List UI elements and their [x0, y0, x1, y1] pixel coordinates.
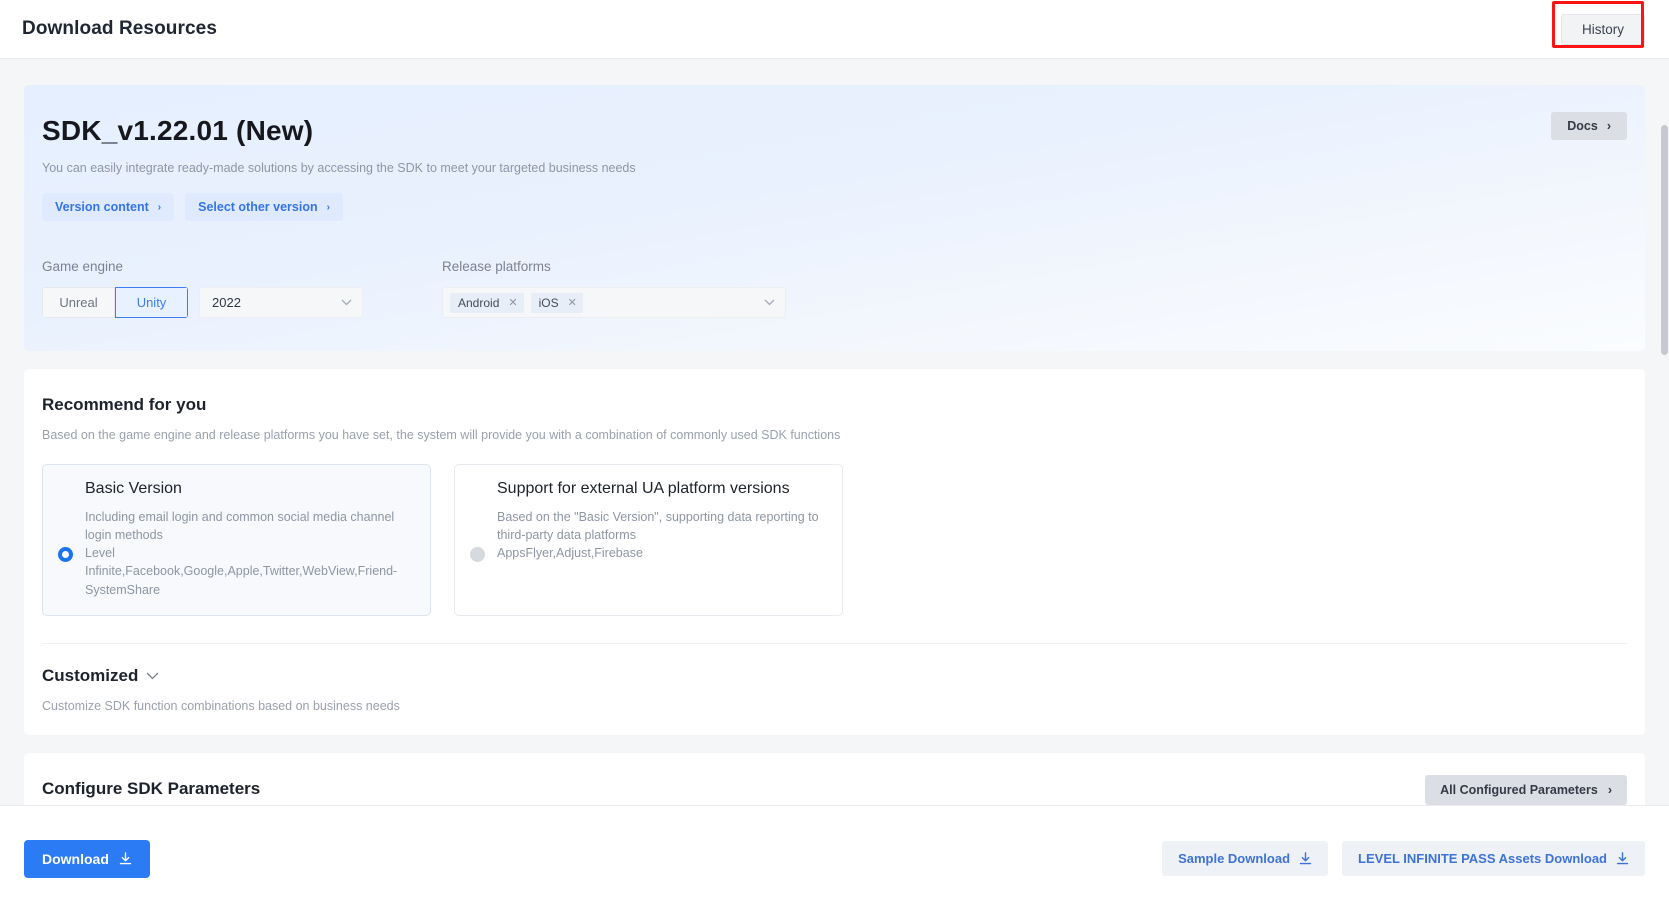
sdk-version-hero-card: SDK_v1.22.01 (New) You can easily integr…: [24, 85, 1645, 351]
chevron-down-icon: [146, 668, 159, 683]
chevron-down-glyph: [341, 299, 352, 306]
chevron-right-icon: ›: [158, 202, 161, 213]
recommend-title: Recommend for you: [42, 395, 1627, 415]
customized-subtitle: Customize SDK function combinations base…: [42, 699, 1627, 713]
option-desc-line1: Based on the "Basic Version", supporting…: [497, 508, 825, 544]
radio-selected-icon[interactable]: [58, 547, 73, 562]
download-button[interactable]: Download: [24, 840, 150, 878]
sdk-version-title: SDK_v1.22.01 (New): [42, 115, 1627, 147]
option-desc-line1: Including email login and common social …: [85, 508, 413, 544]
download-resources-page: Download Resources History SDK_v1.22.01 …: [0, 0, 1669, 911]
game-engine-segmented-control: Unreal Unity: [42, 287, 188, 318]
customized-title: Customized: [42, 666, 138, 686]
docs-button-label: Docs: [1567, 119, 1598, 133]
scrollbar-thumb[interactable]: [1661, 125, 1668, 355]
chevron-down-icon: [764, 297, 775, 309]
platform-tag-label: Android: [458, 296, 499, 310]
engine-option-unity[interactable]: Unity: [115, 287, 188, 318]
top-bar: Download Resources History: [0, 0, 1669, 59]
radio-unselected-icon[interactable]: [470, 547, 485, 562]
sdk-version-subtitle: You can easily integrate ready-made solu…: [42, 161, 1627, 175]
engine-version-value: 2022: [212, 295, 241, 310]
recommend-subtitle: Based on the game engine and release pla…: [42, 428, 1627, 442]
chevron-right-icon: ›: [1608, 783, 1612, 797]
option-title: Support for external UA platform version…: [497, 480, 825, 498]
option-desc-line2: AppsFlyer,Adjust,Firebase: [497, 544, 825, 562]
download-glyph: [1299, 852, 1312, 865]
engine-option-unreal[interactable]: Unreal: [42, 287, 115, 318]
assets-download-label: LEVEL INFINITE PASS Assets Download: [1358, 851, 1607, 866]
history-button-wrapper: History: [1561, 14, 1645, 45]
platform-tag[interactable]: Android ✕: [450, 293, 524, 313]
recommend-card: Recommend for you Based on the game engi…: [24, 369, 1645, 735]
hero-link-row: Version content › Select other version ›: [42, 193, 1627, 221]
download-icon: [1616, 852, 1629, 865]
engine-version-select[interactable]: 2022: [199, 287, 363, 318]
customized-section-toggle[interactable]: Customized: [42, 666, 1627, 686]
all-configured-parameters-label: All Configured Parameters: [1440, 783, 1598, 797]
release-platforms-select[interactable]: Android ✕ iOS ✕: [442, 287, 786, 318]
history-button[interactable]: History: [1561, 14, 1645, 45]
docs-button[interactable]: Docs ›: [1551, 112, 1627, 140]
hero-content: SDK_v1.22.01 (New) You can easily integr…: [24, 115, 1645, 221]
recommend-option-row: Basic Version Including email login and …: [42, 464, 1627, 616]
version-content-link[interactable]: Version content ›: [42, 193, 174, 221]
option-body: Basic Version Including email login and …: [85, 480, 413, 599]
platform-tag[interactable]: iOS ✕: [531, 293, 583, 313]
configure-parameters-card: Configure SDK Parameters Use information…: [24, 753, 1645, 805]
page-title: Download Resources: [22, 18, 217, 40]
footer-secondary-actions: Sample Download LEVEL INFINITE PASS Asse…: [1162, 841, 1645, 876]
section-divider: [42, 643, 1627, 644]
close-icon[interactable]: ✕: [568, 296, 577, 309]
version-content-label: Version content: [55, 200, 149, 214]
game-engine-label: Game engine: [42, 259, 442, 274]
chevron-down-glyph: [146, 672, 159, 680]
sample-download-label: Sample Download: [1178, 851, 1290, 866]
footer-action-bar: Download Sample Download LEVEL INFINITE …: [0, 805, 1669, 911]
radio-wrapper: [58, 480, 73, 599]
chevron-right-icon: ›: [327, 202, 330, 213]
download-icon: [1299, 852, 1312, 865]
game-engine-field: Game engine Unreal Unity 2022: [42, 259, 442, 318]
all-configured-parameters-button[interactable]: All Configured Parameters ›: [1425, 775, 1627, 805]
download-glyph: [119, 852, 132, 865]
hero-form-row: Game engine Unreal Unity 2022: [24, 259, 1645, 318]
chevron-right-icon: ›: [1607, 119, 1611, 133]
chevron-down-icon: [341, 297, 352, 309]
select-other-version-label: Select other version: [198, 200, 318, 214]
option-card-basic-version[interactable]: Basic Version Including email login and …: [42, 464, 431, 616]
option-title: Basic Version: [85, 480, 413, 498]
sample-download-button[interactable]: Sample Download: [1162, 841, 1328, 876]
option-body: Support for external UA platform version…: [497, 480, 825, 599]
configure-title: Configure SDK Parameters: [42, 779, 1627, 799]
option-card-external-ua[interactable]: Support for external UA platform version…: [454, 464, 843, 616]
download-glyph: [1616, 852, 1629, 865]
download-icon: [119, 852, 132, 865]
vertical-scrollbar[interactable]: [1660, 59, 1669, 805]
select-other-version-link[interactable]: Select other version ›: [185, 193, 343, 221]
platform-tag-label: iOS: [539, 296, 559, 310]
assets-download-button[interactable]: LEVEL INFINITE PASS Assets Download: [1342, 841, 1645, 876]
chevron-down-glyph: [764, 299, 775, 306]
page-scroll-area: SDK_v1.22.01 (New) You can easily integr…: [0, 59, 1669, 805]
radio-wrapper: [470, 480, 485, 599]
close-icon[interactable]: ✕: [508, 296, 517, 309]
platform-tag-list: Android ✕ iOS ✕: [450, 293, 583, 313]
game-engine-controls: Unreal Unity 2022: [42, 287, 442, 318]
release-platforms-label: Release platforms: [442, 259, 786, 274]
option-desc-line2: Level Infinite,Facebook,Google,Apple,Twi…: [85, 544, 413, 598]
release-platforms-field: Release platforms Android ✕ iOS ✕: [442, 259, 786, 318]
download-button-label: Download: [42, 851, 109, 867]
